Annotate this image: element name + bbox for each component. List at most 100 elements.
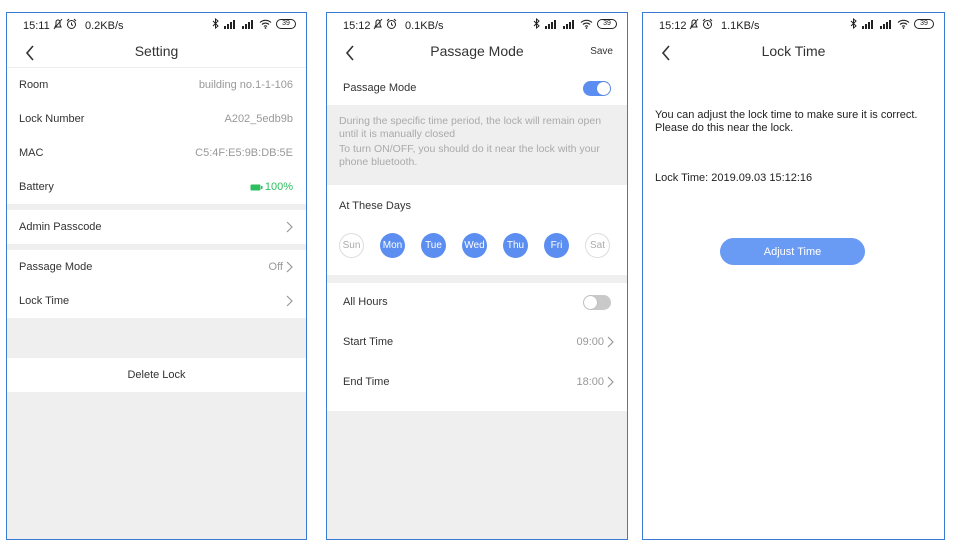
status-right-icons: 39 bbox=[850, 18, 934, 29]
status-time: 15:12 bbox=[659, 20, 687, 32]
passage-mode-value: Off bbox=[268, 261, 283, 273]
adjust-time-button[interactable]: Adjust Time bbox=[720, 238, 865, 265]
chevron-right-icon bbox=[607, 336, 614, 348]
lock-number-row: Lock Number A202_5edb9b bbox=[7, 102, 306, 136]
alarm-icon bbox=[66, 18, 77, 29]
passage-mode-value-wrap: Off bbox=[269, 261, 293, 273]
setting-screen: 15:11 0.2KB/s 39 Setting Room building n… bbox=[6, 12, 307, 540]
passage-mode-label: Passage Mode bbox=[19, 261, 93, 273]
status-speed: 1.1KB/s bbox=[721, 20, 760, 32]
battery-percent: 100% bbox=[264, 181, 293, 193]
status-speed: 0.1KB/s bbox=[405, 20, 444, 32]
start-time-label: Start Time bbox=[343, 336, 394, 348]
page-title: Passage Mode bbox=[430, 43, 524, 59]
passage-mode-screen: 15:12 0.1KB/s 39 Passage Mode Save Passa… bbox=[326, 12, 628, 540]
signal-icon bbox=[880, 19, 891, 29]
bottom-gap bbox=[7, 392, 306, 539]
page-title: Setting bbox=[134, 43, 179, 59]
status-right-icons: 39 bbox=[533, 18, 617, 29]
bluetooth-icon bbox=[850, 18, 857, 29]
signal-icon bbox=[563, 19, 574, 29]
status-speed: 0.2KB/s bbox=[85, 20, 124, 32]
delete-lock-button[interactable]: Delete Lock bbox=[7, 358, 306, 392]
wifi-icon bbox=[580, 19, 593, 29]
bottom-gap bbox=[327, 411, 627, 539]
bluetooth-icon bbox=[533, 18, 540, 29]
lock-number-value: A202_5edb9b bbox=[224, 113, 293, 125]
day-wed[interactable]: Wed bbox=[462, 233, 487, 258]
wifi-icon bbox=[259, 19, 272, 29]
passage-mode-label: Passage Mode bbox=[343, 82, 417, 94]
admin-passcode-row[interactable]: Admin Passcode bbox=[7, 210, 306, 244]
chevron-right-icon bbox=[286, 295, 293, 307]
lock-time-screen: 15:12 1.1KB/s 39 Lock Time You can adjus… bbox=[642, 12, 945, 540]
chevron-right-icon bbox=[286, 261, 293, 273]
day-thu[interactable]: Thu bbox=[503, 233, 528, 258]
status-right-icons: 39 bbox=[212, 18, 296, 29]
status-bar: 15:11 0.2KB/s 39 bbox=[7, 13, 306, 39]
nav-bar: Setting bbox=[7, 39, 306, 67]
info-note-1: During the specific time period, the loc… bbox=[339, 115, 602, 140]
wifi-icon bbox=[897, 19, 910, 29]
alarm-icon bbox=[386, 18, 397, 29]
battery-label: Battery bbox=[19, 181, 54, 193]
info-box: During the specific time period, the loc… bbox=[327, 105, 627, 185]
battery-icon: 39 bbox=[914, 18, 934, 29]
passage-mode-toggle[interactable] bbox=[583, 81, 611, 96]
day-tue[interactable]: Tue bbox=[421, 233, 446, 258]
status-left-icons bbox=[53, 18, 77, 30]
signal-icon bbox=[224, 19, 235, 29]
page-title: Lock Time bbox=[761, 43, 826, 59]
end-time-label: End Time bbox=[343, 376, 390, 388]
mute-icon bbox=[689, 18, 699, 30]
lock-time-description: You can adjust the lock time to make sur… bbox=[655, 109, 936, 135]
end-time-row[interactable]: End Time 18:00 bbox=[327, 365, 627, 403]
mute-icon bbox=[373, 18, 383, 30]
section-gap bbox=[7, 318, 306, 358]
nav-bar: Lock Time bbox=[643, 39, 944, 67]
nav-bar: Passage Mode Save bbox=[327, 39, 627, 67]
room-label: Room bbox=[19, 79, 49, 91]
status-time: 15:11 bbox=[23, 20, 50, 32]
mac-row: MAC C5:4F:E5:9B:DB:5E bbox=[7, 136, 306, 170]
signal-icon bbox=[242, 19, 253, 29]
day-mon[interactable]: Mon bbox=[380, 233, 405, 258]
passage-mode-toggle-row: Passage Mode bbox=[327, 71, 627, 105]
admin-passcode-label: Admin Passcode bbox=[19, 221, 102, 233]
mac-value: C5:4F:E5:9B:DB:5E bbox=[195, 147, 293, 159]
status-left-icons bbox=[373, 18, 397, 30]
admin-passcode-chevron-wrap bbox=[285, 221, 293, 233]
day-sat[interactable]: Sat bbox=[585, 233, 610, 258]
lock-time-row[interactable]: Lock Time bbox=[7, 284, 306, 318]
all-hours-label: All Hours bbox=[343, 296, 388, 308]
mute-icon bbox=[53, 18, 63, 30]
all-hours-toggle[interactable] bbox=[583, 295, 611, 310]
description-line-1: You can adjust the lock time to make sur… bbox=[655, 109, 918, 121]
mac-label: MAC bbox=[19, 147, 44, 159]
alarm-icon bbox=[702, 18, 713, 29]
status-left-icons bbox=[689, 18, 713, 30]
toggle-knob bbox=[597, 82, 610, 95]
description-line-2: Please do this near the lock. bbox=[655, 122, 794, 134]
passage-mode-row[interactable]: Passage Mode Off bbox=[7, 250, 306, 284]
status-bar: 15:12 0.1KB/s 39 bbox=[327, 13, 627, 39]
status-time: 15:12 bbox=[343, 20, 371, 32]
lock-time-label: Lock Time bbox=[19, 295, 70, 307]
end-time-value: 18:00 bbox=[576, 376, 604, 388]
toggle-knob bbox=[584, 296, 597, 309]
end-time-value-wrap: 18:00 bbox=[576, 376, 614, 388]
battery-value: 100% bbox=[250, 181, 293, 193]
start-time-row[interactable]: Start Time 09:00 bbox=[327, 325, 627, 363]
days-title: At These Days bbox=[339, 200, 411, 212]
save-button[interactable]: Save bbox=[590, 46, 613, 57]
chevron-right-icon bbox=[286, 221, 293, 233]
day-sun[interactable]: Sun bbox=[339, 233, 364, 258]
start-time-value: 09:00 bbox=[576, 336, 604, 348]
battery-row: Battery 100% bbox=[7, 170, 306, 204]
battery-icon: 39 bbox=[276, 18, 296, 29]
day-fri[interactable]: Fri bbox=[544, 233, 569, 258]
lock-time-chevron-wrap bbox=[285, 295, 293, 307]
room-row: Room building no.1-1-106 bbox=[7, 68, 306, 102]
info-note-2: To turn ON/OFF, you should do it near th… bbox=[339, 143, 600, 168]
signal-icon bbox=[545, 19, 556, 29]
